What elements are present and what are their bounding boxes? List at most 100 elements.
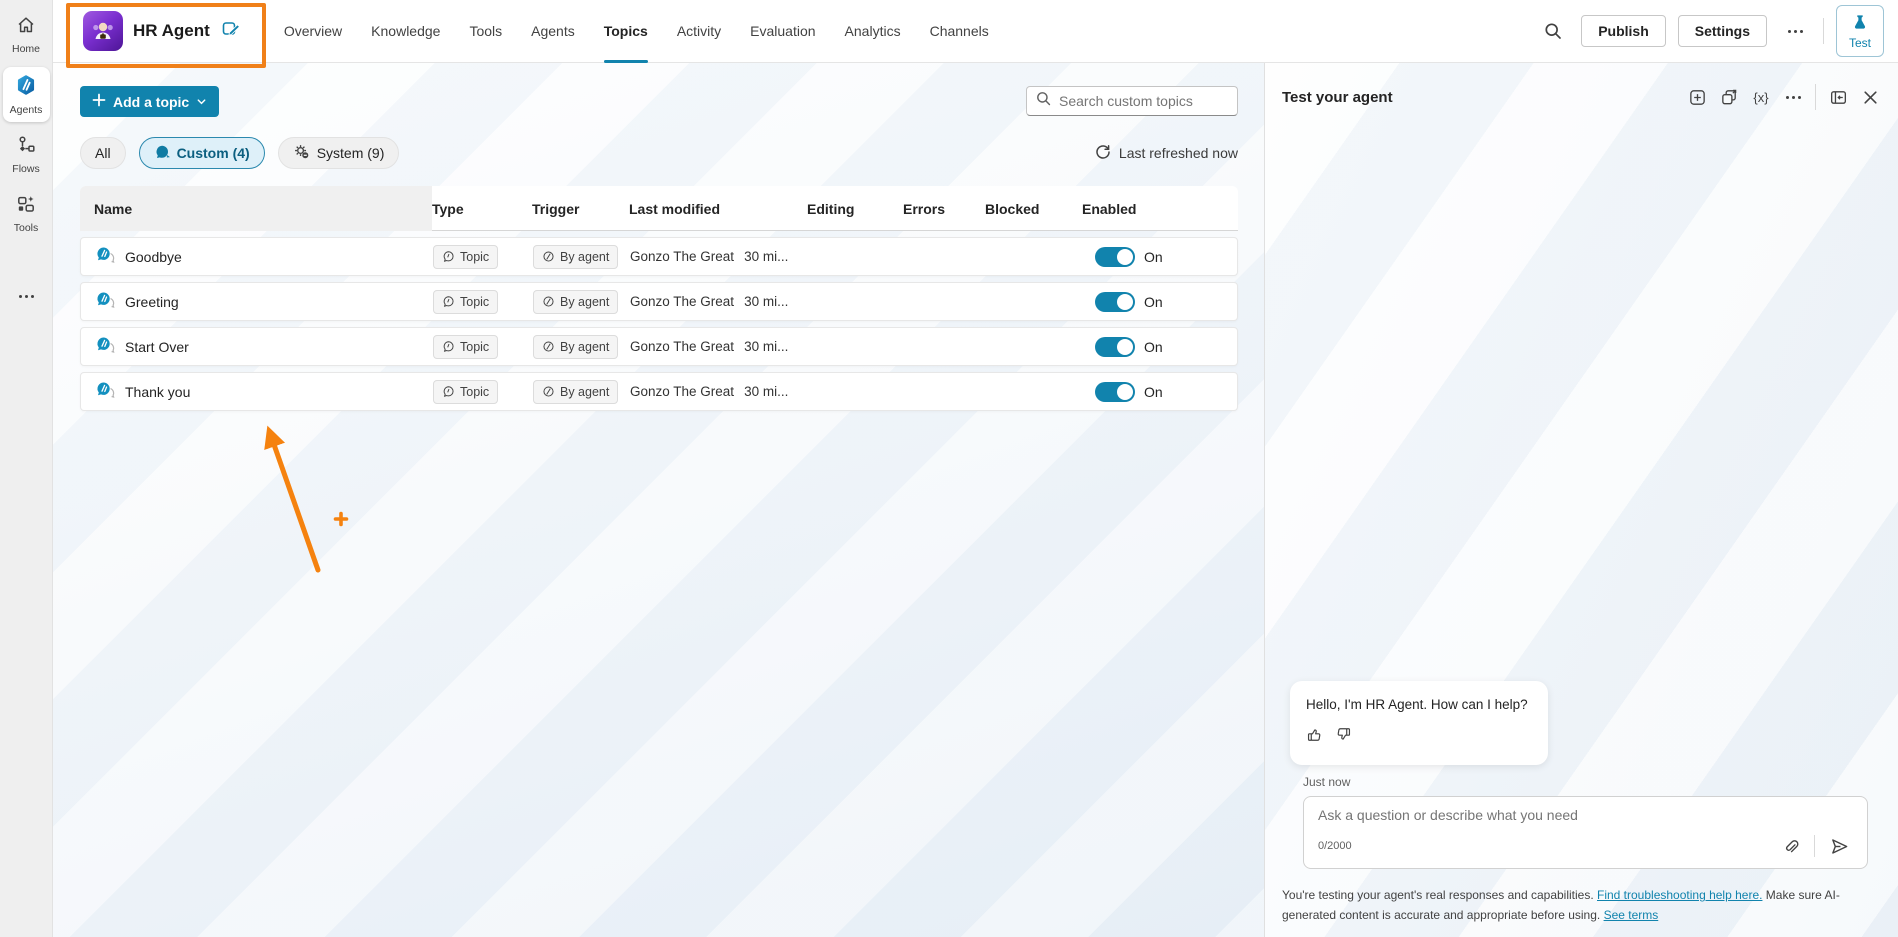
- enabled-toggle[interactable]: [1095, 247, 1135, 267]
- filter-all[interactable]: All: [80, 137, 126, 169]
- topic-icon: [95, 335, 115, 358]
- rail-item-label: Flows: [12, 163, 39, 175]
- see-terms-link[interactable]: See terms: [1604, 908, 1659, 922]
- chat-input-box[interactable]: 0/2000: [1303, 796, 1868, 869]
- rail-item-agents[interactable]: Agents: [3, 67, 50, 122]
- column-header-errors[interactable]: Errors: [903, 186, 985, 231]
- enabled-label: On: [1144, 294, 1163, 310]
- enabled-label: On: [1144, 384, 1163, 400]
- trigger-badge: By agent: [533, 335, 618, 359]
- modified-time: 30 mi...: [744, 249, 788, 264]
- enabled-toggle[interactable]: [1095, 382, 1135, 402]
- agent-message-bubble: Hello, I'm HR Agent. How can I help?: [1290, 681, 1548, 765]
- tab-evaluation[interactable]: Evaluation: [750, 0, 815, 63]
- modified-time: 30 mi...: [744, 339, 788, 354]
- flask-icon: [1851, 13, 1869, 34]
- more-icon: [1786, 96, 1801, 99]
- topic-search-box[interactable]: [1026, 86, 1238, 116]
- tab-knowledge[interactable]: Knowledge: [371, 0, 440, 63]
- refresh-status[interactable]: Last refreshed now: [1095, 144, 1238, 163]
- variables-button[interactable]: {x}: [1747, 83, 1775, 111]
- rail-more-button[interactable]: [3, 288, 50, 304]
- test-button[interactable]: Test: [1836, 5, 1884, 57]
- variables-icon: {x}: [1753, 90, 1768, 105]
- more-icon: [19, 295, 34, 298]
- tab-overview[interactable]: Overview: [284, 0, 342, 63]
- thumbs-up-button[interactable]: [1306, 726, 1323, 746]
- global-search-button[interactable]: [1537, 15, 1569, 47]
- publish-button[interactable]: Publish: [1581, 15, 1666, 47]
- chat-input[interactable]: [1318, 807, 1853, 823]
- edit-agent-icon[interactable]: [220, 18, 242, 45]
- send-button[interactable]: [1825, 832, 1853, 860]
- topic-icon: [95, 245, 115, 268]
- column-header-blocked[interactable]: Blocked: [985, 186, 1082, 231]
- divider: [1815, 84, 1816, 110]
- chat-bubble-icon: [154, 144, 170, 163]
- close-panel-button[interactable]: [1856, 83, 1884, 111]
- type-badge: Topic: [433, 290, 498, 314]
- column-header-name[interactable]: Name: [80, 186, 432, 231]
- rail-item-tools[interactable]: Tools: [3, 187, 50, 240]
- filter-system-label: System (9): [317, 145, 385, 161]
- agent-nav-tabs: Overview Knowledge Tools Agents Topics A…: [284, 0, 989, 63]
- rail-item-home[interactable]: Home: [3, 8, 50, 61]
- settings-button[interactable]: Settings: [1678, 15, 1767, 47]
- modified-by: Gonzo The Great: [630, 384, 734, 399]
- add-topic-button[interactable]: Add a topic: [80, 86, 219, 117]
- enabled-label: On: [1144, 339, 1163, 355]
- topic-name: Thank you: [125, 384, 190, 400]
- column-header-enabled[interactable]: Enabled: [1082, 186, 1238, 231]
- test-agent-panel: Test your agent {x}: [1264, 63, 1898, 937]
- thumbs-down-button[interactable]: [1335, 726, 1352, 746]
- topic-icon: [95, 290, 115, 313]
- topbar-actions: Publish Settings Test: [1537, 5, 1898, 57]
- trigger-badge: By agent: [533, 380, 618, 404]
- divider: [1823, 18, 1824, 44]
- enabled-toggle[interactable]: [1095, 292, 1135, 312]
- refresh-icon: [1095, 144, 1111, 163]
- modified-by: Gonzo The Great: [630, 294, 734, 309]
- agent-identity[interactable]: HR Agent: [83, 11, 242, 51]
- agent-name: HR Agent: [133, 21, 210, 41]
- column-header-editing[interactable]: Editing: [807, 186, 903, 231]
- filter-custom[interactable]: Custom (4): [139, 137, 265, 169]
- tab-tools[interactable]: Tools: [469, 0, 502, 63]
- rail-item-label: Tools: [14, 222, 39, 234]
- tab-channels[interactable]: Channels: [930, 0, 989, 63]
- panel-more-button[interactable]: [1779, 83, 1807, 111]
- search-icon: [1035, 90, 1052, 112]
- type-badge: Topic: [433, 335, 498, 359]
- troubleshooting-link[interactable]: Find troubleshooting help here.: [1597, 888, 1762, 902]
- dock-panel-button[interactable]: [1824, 83, 1852, 111]
- tab-agents[interactable]: Agents: [531, 0, 575, 63]
- modified-by: Gonzo The Great: [630, 249, 734, 264]
- new-conversation-button[interactable]: [1683, 83, 1711, 111]
- tab-analytics[interactable]: Analytics: [845, 0, 901, 63]
- column-header-trigger[interactable]: Trigger: [532, 186, 629, 231]
- filter-custom-label: Custom (4): [177, 145, 250, 161]
- topic-filters: All Custom (4) System (9): [80, 137, 399, 169]
- attach-file-button[interactable]: [1776, 832, 1804, 860]
- table-row[interactable]: Goodbye Topic By agent Gonzo The Great30…: [80, 237, 1238, 276]
- trigger-badge: By agent: [533, 290, 618, 314]
- rail-item-flows[interactable]: Flows: [3, 128, 50, 181]
- tab-topics[interactable]: Topics: [604, 0, 648, 63]
- modified-time: 30 mi...: [744, 294, 788, 309]
- topic-icon: [95, 380, 115, 403]
- column-header-last-modified[interactable]: Last modified: [629, 186, 807, 231]
- topbar-more-button[interactable]: [1779, 15, 1811, 47]
- table-row[interactable]: Thank you Topic By agent Gonzo The Great…: [80, 372, 1238, 411]
- column-header-type[interactable]: Type: [432, 186, 532, 231]
- table-row[interactable]: Greeting Topic By agent Gonzo The Great 3…: [80, 282, 1238, 321]
- topic-search-input[interactable]: [1059, 93, 1229, 109]
- enabled-toggle[interactable]: [1095, 337, 1135, 357]
- topic-name: Greeting: [125, 294, 179, 310]
- chevron-down-icon: [196, 94, 207, 110]
- tab-activity[interactable]: Activity: [677, 0, 721, 63]
- rail-item-label: Home: [12, 43, 40, 55]
- table-row[interactable]: Start Over Topic By agent Gonzo The Grea…: [80, 327, 1238, 366]
- message-timestamp: Just now: [1303, 775, 1350, 789]
- filter-system[interactable]: System (9): [278, 137, 400, 169]
- activity-map-button[interactable]: [1715, 83, 1743, 111]
